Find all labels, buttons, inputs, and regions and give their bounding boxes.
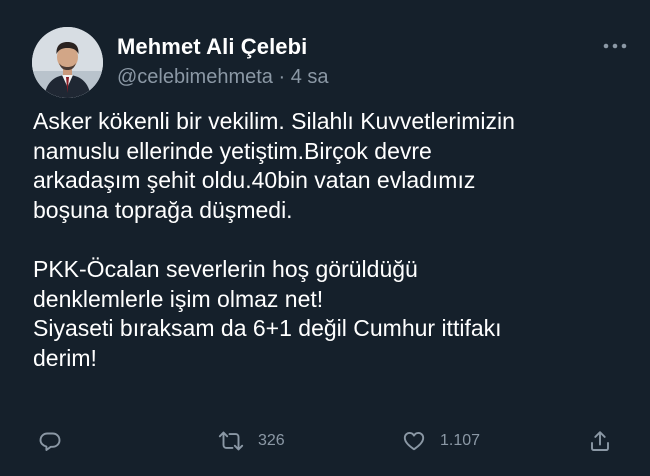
author-meta-row: @celebimehmeta · 4 sa bbox=[117, 66, 329, 89]
avatar[interactable] bbox=[32, 27, 103, 98]
author-handle[interactable]: @celebimehmeta bbox=[117, 66, 273, 88]
retweet-count: 326 bbox=[258, 432, 285, 449]
like-button[interactable]: 1.107 bbox=[402, 425, 480, 457]
more-dots-icon bbox=[603, 43, 627, 49]
more-options-button[interactable] bbox=[602, 36, 628, 56]
tweet-text: Asker kökenli bir vekilim. Silahlı Kuvve… bbox=[33, 108, 515, 371]
author-display-name[interactable]: Mehmet Ali Çelebi bbox=[117, 34, 307, 60]
tweet-card: Mehmet Ali Çelebi @celebimehmeta · 4 sa … bbox=[0, 0, 650, 476]
tweet-timestamp[interactable]: 4 sa bbox=[291, 66, 329, 88]
heart-icon bbox=[403, 431, 425, 451]
reply-bubble-icon bbox=[39, 432, 61, 451]
meta-separator: · bbox=[278, 66, 286, 88]
tweet-actions-bar: 326 1.107 bbox=[0, 425, 650, 457]
share-button[interactable] bbox=[588, 425, 612, 457]
like-count: 1.107 bbox=[440, 432, 481, 449]
share-icon bbox=[591, 431, 609, 451]
avatar-image bbox=[32, 27, 103, 98]
retweet-icon bbox=[218, 431, 244, 451]
retweet-button[interactable]: 326 bbox=[218, 425, 285, 457]
reply-button[interactable] bbox=[38, 425, 62, 457]
